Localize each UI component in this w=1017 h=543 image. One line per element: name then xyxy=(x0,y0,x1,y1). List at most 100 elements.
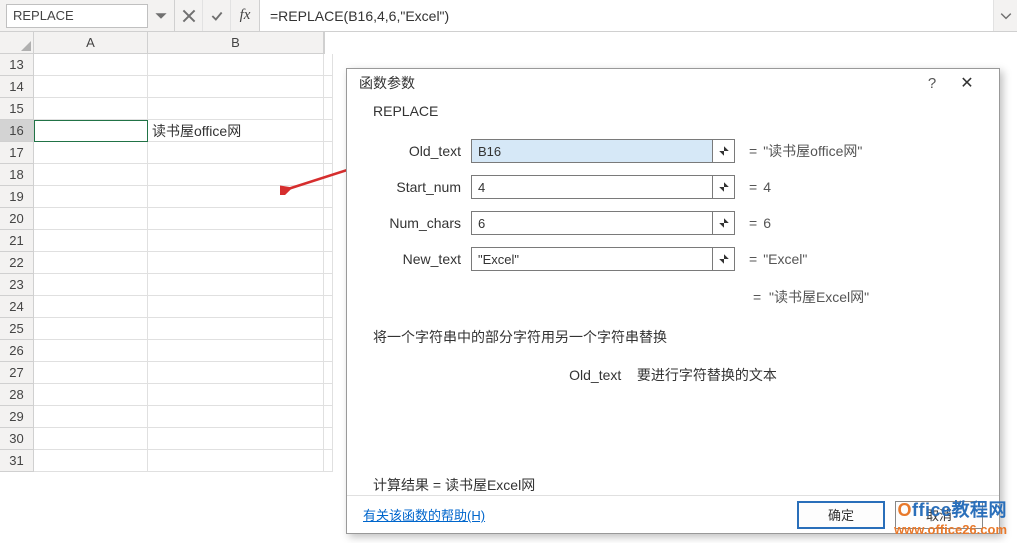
cell[interactable] xyxy=(34,274,148,296)
cell[interactable] xyxy=(34,384,148,406)
cell[interactable] xyxy=(148,318,324,340)
cell[interactable] xyxy=(148,362,324,384)
cell[interactable] xyxy=(324,428,333,450)
cell[interactable] xyxy=(324,164,333,186)
row-header[interactable]: 30 xyxy=(0,428,34,450)
expand-formula-bar[interactable] xyxy=(993,0,1017,31)
cell[interactable] xyxy=(148,384,324,406)
cell[interactable] xyxy=(324,98,333,120)
row-header[interactable]: 22 xyxy=(0,252,34,274)
cell[interactable] xyxy=(324,142,333,164)
formula-bar[interactable]: =REPLACE(B16,4,6,"Excel") xyxy=(259,0,993,31)
row-header[interactable]: 24 xyxy=(0,296,34,318)
row-header[interactable]: 26 xyxy=(0,340,34,362)
cell[interactable] xyxy=(34,54,148,76)
cell[interactable] xyxy=(148,164,324,186)
cell[interactable] xyxy=(324,450,333,472)
chevron-down-icon[interactable] xyxy=(154,9,168,23)
cell[interactable] xyxy=(324,318,333,340)
range-selector-button[interactable] xyxy=(713,139,735,163)
cell[interactable] xyxy=(34,428,148,450)
cell-A16[interactable] xyxy=(34,120,148,142)
cell[interactable] xyxy=(324,384,333,406)
dialog-help-button[interactable]: ? xyxy=(917,75,947,92)
row-header[interactable]: 25 xyxy=(0,318,34,340)
row-header[interactable]: 16 xyxy=(0,120,34,142)
range-selector-button[interactable] xyxy=(713,175,735,199)
cell[interactable] xyxy=(34,186,148,208)
cell[interactable] xyxy=(148,76,324,98)
row-header[interactable]: 20 xyxy=(0,208,34,230)
cell[interactable] xyxy=(148,450,324,472)
col-header-B[interactable]: B xyxy=(148,32,324,54)
param-input-old-text[interactable] xyxy=(471,139,713,163)
insert-function-button[interactable]: fx xyxy=(231,0,259,31)
cell[interactable] xyxy=(148,98,324,120)
cell[interactable] xyxy=(324,296,333,318)
row-header[interactable]: 31 xyxy=(0,450,34,472)
row-header[interactable]: 18 xyxy=(0,164,34,186)
row-header[interactable]: 29 xyxy=(0,406,34,428)
cell[interactable] xyxy=(148,186,324,208)
row-header[interactable]: 28 xyxy=(0,384,34,406)
enter-formula-button[interactable] xyxy=(203,0,231,31)
close-icon[interactable]: ✕ xyxy=(947,73,987,93)
cell[interactable] xyxy=(324,120,333,142)
cell[interactable] xyxy=(324,54,333,76)
cell[interactable] xyxy=(148,428,324,450)
cell[interactable] xyxy=(34,340,148,362)
cancel-button[interactable]: 取消 xyxy=(895,501,983,529)
name-box[interactable]: REPLACE xyxy=(6,4,148,28)
row-header[interactable]: 27 xyxy=(0,362,34,384)
cell[interactable] xyxy=(34,208,148,230)
cell[interactable] xyxy=(34,252,148,274)
col-header-A[interactable]: A xyxy=(34,32,148,54)
cell[interactable] xyxy=(148,142,324,164)
param-input-num-chars[interactable] xyxy=(471,211,713,235)
cell[interactable] xyxy=(148,274,324,296)
cell[interactable] xyxy=(324,76,333,98)
cell[interactable] xyxy=(324,186,333,208)
row-header[interactable]: 13 xyxy=(0,54,34,76)
dialog-titlebar[interactable]: 函数参数 ? ✕ xyxy=(347,69,999,97)
param-input-start-num[interactable] xyxy=(471,175,713,199)
cell[interactable] xyxy=(34,450,148,472)
cell[interactable] xyxy=(148,230,324,252)
cell[interactable] xyxy=(324,274,333,296)
cell[interactable] xyxy=(148,54,324,76)
cell[interactable] xyxy=(34,98,148,120)
cell[interactable] xyxy=(148,208,324,230)
cell[interactable] xyxy=(324,340,333,362)
select-all-corner[interactable] xyxy=(0,32,34,54)
function-help-link[interactable]: 有关该函数的帮助(H) xyxy=(363,505,787,524)
cell[interactable] xyxy=(148,406,324,428)
param-input-new-text[interactable] xyxy=(471,247,713,271)
cell[interactable] xyxy=(34,318,148,340)
cell[interactable] xyxy=(148,296,324,318)
cell[interactable] xyxy=(324,362,333,384)
cell-B16[interactable]: 读书屋office网 xyxy=(148,120,324,142)
cell[interactable] xyxy=(34,406,148,428)
cell[interactable] xyxy=(34,296,148,318)
cell[interactable] xyxy=(324,208,333,230)
ok-button[interactable]: 确定 xyxy=(797,501,885,529)
cell[interactable] xyxy=(148,340,324,362)
row-header[interactable]: 21 xyxy=(0,230,34,252)
cell[interactable] xyxy=(148,252,324,274)
row-header[interactable]: 23 xyxy=(0,274,34,296)
cell[interactable] xyxy=(324,406,333,428)
cell[interactable] xyxy=(324,230,333,252)
cell[interactable] xyxy=(34,76,148,98)
cell[interactable] xyxy=(324,252,333,274)
range-selector-button[interactable] xyxy=(713,211,735,235)
row-header[interactable]: 15 xyxy=(0,98,34,120)
cancel-formula-button[interactable] xyxy=(175,0,203,31)
cell[interactable] xyxy=(34,164,148,186)
row-header[interactable]: 14 xyxy=(0,76,34,98)
cell[interactable] xyxy=(34,362,148,384)
row-header[interactable]: 17 xyxy=(0,142,34,164)
cell[interactable] xyxy=(34,142,148,164)
range-selector-button[interactable] xyxy=(713,247,735,271)
row-header[interactable]: 19 xyxy=(0,186,34,208)
cell[interactable] xyxy=(34,230,148,252)
